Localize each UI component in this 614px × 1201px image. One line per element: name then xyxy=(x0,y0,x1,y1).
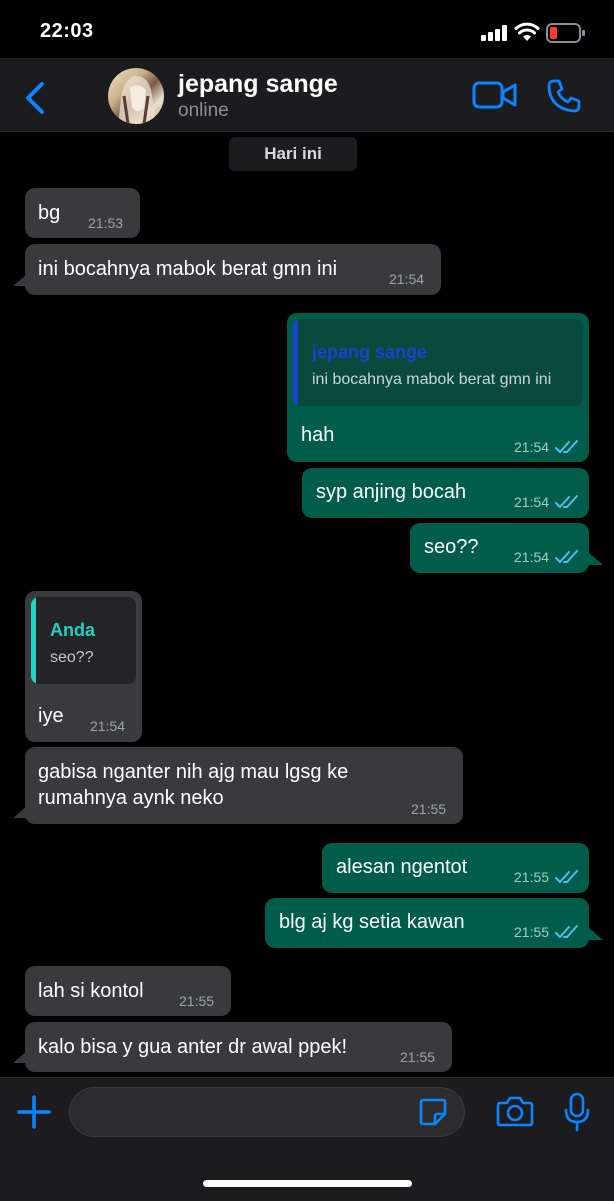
read-ticks-icon xyxy=(555,550,578,563)
avatar[interactable] xyxy=(108,68,164,124)
message-text: seo?? xyxy=(424,536,479,558)
quote-text: seo?? xyxy=(50,649,94,666)
message-text: iye xyxy=(38,705,64,727)
message-time: 21:54 xyxy=(90,718,126,734)
message-time: 21:54 xyxy=(514,439,550,455)
camera-icon xyxy=(496,1096,534,1127)
message-text-line: rumahnya aynk neko xyxy=(38,787,224,809)
home-indicator[interactable] xyxy=(203,1180,412,1187)
attach-button[interactable] xyxy=(16,1094,52,1135)
status-time: 22:03 xyxy=(40,20,94,42)
read-ticks-icon xyxy=(555,870,578,883)
outgoing-message[interactable]: syp anjing bocah 21:54 xyxy=(302,468,589,518)
contact-status: online xyxy=(178,100,229,121)
message-input[interactable] xyxy=(69,1087,465,1137)
phone-icon xyxy=(547,79,581,113)
read-ticks-icon xyxy=(555,925,578,938)
quote-author: jepang sange xyxy=(312,342,428,362)
message-text: ini bocahnya mabok berat gmn ini xyxy=(38,258,338,280)
plus-icon xyxy=(17,1095,51,1129)
outgoing-message[interactable]: seo?? 21:54 xyxy=(410,523,589,573)
camera-button[interactable] xyxy=(496,1094,534,1133)
quoted-message[interactable]: Anda seo?? xyxy=(31,597,136,684)
message-text: blg aj kg setia kawan xyxy=(279,911,465,933)
outgoing-message[interactable]: blg aj kg setia kawan 21:55 xyxy=(265,898,589,948)
quote-author: Anda xyxy=(50,620,95,640)
signal-icon xyxy=(481,25,509,46)
message-time: 21:54 xyxy=(514,549,550,565)
message-text: kalo bisa y gua anter dr awal ppek! xyxy=(38,1036,348,1058)
message-time: 21:55 xyxy=(514,924,550,940)
chat-header: jepang sange online xyxy=(0,58,614,132)
sticker-icon xyxy=(419,1098,447,1126)
back-button[interactable] xyxy=(20,80,50,116)
incoming-message[interactable]: bg 21:53 xyxy=(25,188,140,238)
message-text-line: gabisa nganter nih ajg mau lgsg ke xyxy=(38,761,349,783)
message-time: 21:55 xyxy=(411,801,447,817)
outgoing-message[interactable]: alesan ngentot 21:55 xyxy=(322,843,589,893)
contact-name[interactable]: jepang sange xyxy=(178,70,338,99)
incoming-message[interactable]: kalo bisa y gua anter dr awal ppek! 21:5… xyxy=(25,1022,452,1072)
voice-call-button[interactable] xyxy=(546,78,582,119)
incoming-message[interactable]: gabisa nganter nih ajg mau lgsg ke rumah… xyxy=(25,747,463,824)
battery-icon xyxy=(546,23,586,48)
message-time: 21:54 xyxy=(389,271,425,287)
chevron-left-icon xyxy=(26,82,44,114)
bubble-tail xyxy=(589,553,603,565)
read-ticks-icon xyxy=(555,495,578,508)
sticker-button[interactable] xyxy=(418,1097,448,1132)
message-time: 21:55 xyxy=(179,993,215,1009)
microphone-button[interactable] xyxy=(562,1092,592,1137)
message-time: 21:55 xyxy=(514,869,550,885)
message-time: 21:55 xyxy=(400,1049,436,1065)
message-text: alesan ngentot xyxy=(336,856,468,878)
incoming-message[interactable]: ini bocahnya mabok berat gmn ini 21:54 xyxy=(25,244,441,295)
message-time: 21:54 xyxy=(514,494,550,510)
quote-text: ini bocahnya mabok berat gmn ini xyxy=(312,371,552,388)
message-text: bg xyxy=(38,202,61,224)
bubble-tail xyxy=(589,928,603,940)
video-call-button[interactable] xyxy=(472,80,518,115)
outgoing-message[interactable]: jepang sange ini bocahnya mabok berat gm… xyxy=(287,313,589,462)
message-list: bg 21:53 ini bocahnya mabok berat gmn in… xyxy=(0,180,614,1075)
incoming-message[interactable]: Anda seo?? iye 21:54 xyxy=(25,591,142,742)
quote-bar xyxy=(293,319,298,406)
wifi-icon xyxy=(514,22,540,47)
message-text: syp anjing bocah xyxy=(316,481,467,503)
quoted-message[interactable]: jepang sange ini bocahnya mabok berat gm… xyxy=(293,319,583,406)
quote-bar xyxy=(31,597,36,684)
read-ticks-icon xyxy=(555,440,578,453)
incoming-message[interactable]: lah si kontol 21:55 xyxy=(25,966,231,1016)
video-call-icon xyxy=(472,81,517,109)
message-text: lah si kontol xyxy=(38,980,144,1002)
message-time: 21:53 xyxy=(88,215,124,231)
microphone-icon xyxy=(564,1092,590,1132)
message-text: hah xyxy=(301,424,335,446)
date-separator: Hari ini xyxy=(229,137,357,171)
